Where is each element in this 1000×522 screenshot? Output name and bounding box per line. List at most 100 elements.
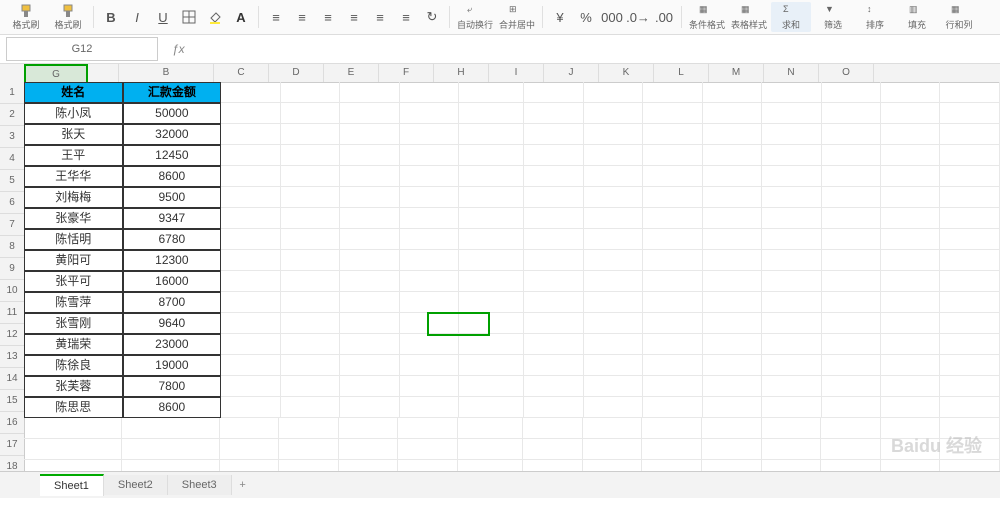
cell[interactable]: 刘梅梅: [24, 187, 123, 208]
sum-button[interactable]: Σ求和: [771, 2, 811, 32]
col-header-I[interactable]: I: [489, 64, 544, 82]
cell[interactable]: [281, 250, 340, 271]
cell[interactable]: [584, 124, 643, 145]
cell[interactable]: [281, 82, 340, 103]
row-header-4[interactable]: 4: [0, 148, 24, 170]
cell[interactable]: [881, 292, 940, 313]
cell[interactable]: [822, 292, 881, 313]
cell[interactable]: [643, 124, 702, 145]
cell[interactable]: [400, 124, 459, 145]
cell[interactable]: [643, 334, 702, 355]
cell[interactable]: [340, 187, 399, 208]
cell[interactable]: [281, 313, 340, 334]
cell[interactable]: [24, 439, 122, 460]
cell[interactable]: [703, 271, 762, 292]
cell[interactable]: [221, 208, 280, 229]
cell[interactable]: [940, 397, 999, 418]
cell[interactable]: [881, 145, 940, 166]
cell[interactable]: [281, 229, 340, 250]
col-header-H[interactable]: H: [434, 64, 489, 82]
row-header-12[interactable]: 12: [0, 324, 24, 346]
cell[interactable]: [643, 271, 702, 292]
align-center-button[interactable]: ≡: [368, 5, 392, 29]
cell[interactable]: [703, 292, 762, 313]
cells-area[interactable]: 姓名汇款金额陈小凤50000张天32000王平12450王华华8600刘梅梅95…: [24, 82, 1000, 498]
cell[interactable]: [221, 124, 280, 145]
cell[interactable]: [524, 313, 583, 334]
cell[interactable]: [703, 145, 762, 166]
cell[interactable]: [459, 376, 524, 397]
cell[interactable]: [583, 439, 643, 460]
cell[interactable]: [281, 124, 340, 145]
orientation-button[interactable]: ↻: [420, 5, 444, 29]
cell[interactable]: 9640: [123, 313, 222, 334]
cell[interactable]: [524, 166, 583, 187]
cell[interactable]: [762, 166, 821, 187]
cell[interactable]: [703, 376, 762, 397]
cell[interactable]: [940, 187, 999, 208]
cell[interactable]: [340, 334, 399, 355]
cell[interactable]: [459, 82, 524, 103]
cell[interactable]: [400, 376, 459, 397]
cell[interactable]: [524, 292, 583, 313]
cell[interactable]: [400, 271, 459, 292]
cell[interactable]: [279, 439, 339, 460]
comma-button[interactable]: 000: [600, 5, 624, 29]
cell[interactable]: [940, 313, 999, 334]
cell[interactable]: [400, 145, 459, 166]
cell[interactable]: [762, 376, 821, 397]
cell[interactable]: [940, 103, 999, 124]
cell[interactable]: [340, 292, 399, 313]
align-right-button[interactable]: ≡: [394, 5, 418, 29]
cell[interactable]: 汇款金额: [123, 82, 222, 103]
cell[interactable]: [400, 397, 459, 418]
cell[interactable]: 23000: [123, 334, 222, 355]
cell[interactable]: [221, 250, 280, 271]
cell[interactable]: [703, 397, 762, 418]
format-painter-button[interactable]: 格式刷: [6, 2, 46, 32]
cell[interactable]: [524, 334, 583, 355]
border-button[interactable]: [177, 5, 201, 29]
add-sheet-button[interactable]: +: [232, 479, 254, 491]
row-header-2[interactable]: 2: [0, 104, 24, 126]
cell[interactable]: [703, 187, 762, 208]
row-header-5[interactable]: 5: [0, 170, 24, 192]
cell[interactable]: [340, 271, 399, 292]
row-header-6[interactable]: 6: [0, 192, 24, 214]
cell[interactable]: [340, 355, 399, 376]
cell[interactable]: [702, 439, 762, 460]
fx-icon[interactable]: ƒx: [172, 42, 185, 56]
conditional-format-button[interactable]: ▦条件格式: [687, 2, 727, 32]
cell[interactable]: [762, 229, 821, 250]
cell[interactable]: [281, 166, 340, 187]
cell[interactable]: [940, 334, 999, 355]
cell[interactable]: [122, 418, 220, 439]
cell[interactable]: [584, 271, 643, 292]
formula-input[interactable]: [191, 38, 935, 60]
cell[interactable]: [881, 376, 940, 397]
cell[interactable]: [881, 313, 940, 334]
cell[interactable]: [524, 355, 583, 376]
cell[interactable]: [400, 187, 459, 208]
cell[interactable]: [822, 313, 881, 334]
cell[interactable]: [583, 418, 643, 439]
cell[interactable]: [940, 250, 999, 271]
cell[interactable]: [524, 145, 583, 166]
cell[interactable]: 12450: [123, 145, 222, 166]
cell[interactable]: 7800: [123, 376, 222, 397]
cell[interactable]: [524, 271, 583, 292]
cell[interactable]: [584, 166, 643, 187]
align-top-button[interactable]: ≡: [264, 5, 288, 29]
col-header-N[interactable]: N: [764, 64, 819, 82]
cell[interactable]: [703, 313, 762, 334]
underline-button[interactable]: U: [151, 5, 175, 29]
cell[interactable]: 陈小凤: [24, 103, 123, 124]
cell[interactable]: [459, 355, 524, 376]
cell[interactable]: [762, 292, 821, 313]
tab-sheet3[interactable]: Sheet3: [168, 475, 232, 495]
cell[interactable]: [400, 208, 459, 229]
merge-center-button[interactable]: ⊞合并居中: [497, 2, 537, 32]
cell[interactable]: [881, 124, 940, 145]
cell[interactable]: [940, 418, 1000, 439]
cell[interactable]: [340, 124, 399, 145]
